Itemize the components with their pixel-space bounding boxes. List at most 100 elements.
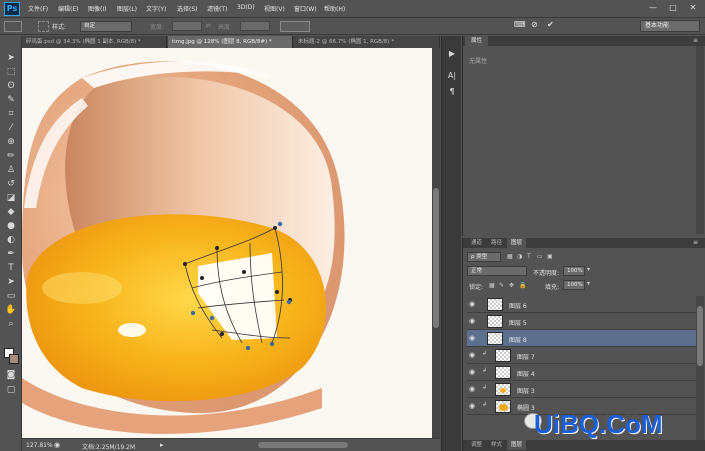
menu-file[interactable]: 文件(F) xyxy=(28,4,48,13)
menu-help[interactable]: 帮助(H) xyxy=(324,4,345,13)
workspace-select[interactable]: 基本功能 xyxy=(640,20,700,32)
filter-type-icon[interactable]: T xyxy=(527,253,531,260)
tab-adjustments[interactable]: 调整 xyxy=(467,440,486,450)
path-select-tool-icon[interactable]: ➤ xyxy=(5,276,17,288)
visibility-eye-icon[interactable]: ◉ xyxy=(469,351,479,359)
pen-tool-icon[interactable]: ✒ xyxy=(5,248,17,260)
tab-properties[interactable]: 属性 xyxy=(465,36,489,46)
visibility-eye-icon[interactable]: ◉ xyxy=(469,368,479,376)
layer-row[interactable]: ◉ ↲ 图层 4 xyxy=(467,364,697,381)
canvas-vertical-scrollbar[interactable] xyxy=(432,48,440,438)
tab-layers[interactable]: 图层 xyxy=(507,238,527,248)
opacity-dropdown-icon[interactable]: ▾ xyxy=(587,266,590,273)
move-tool-icon[interactable]: ➤ xyxy=(5,52,17,64)
quick-mask-icon[interactable]: ◙ xyxy=(5,369,17,381)
layers-menu-icon[interactable]: ≡ xyxy=(693,239,698,246)
hand-tool-icon[interactable]: ✋ xyxy=(5,304,17,316)
type-tool-icon[interactable]: T xyxy=(5,262,17,274)
paragraph-panel-icon[interactable]: ¶ xyxy=(446,86,458,98)
fill-dropdown-icon[interactable]: ▾ xyxy=(587,280,590,287)
visibility-eye-icon[interactable]: ◉ xyxy=(469,385,479,393)
visibility-eye-icon[interactable]: ◉ xyxy=(469,402,479,410)
opacity-input[interactable]: 100% xyxy=(563,266,585,276)
tab-document-1[interactable]: 碎鸡蛋.psd @ 34.3% (椭圆 1 副本, RGB/8) * xyxy=(22,36,167,48)
visibility-eye-icon[interactable]: ◉ xyxy=(469,334,479,342)
width-input[interactable] xyxy=(172,21,202,31)
canvas-horizontal-scroll-thumb[interactable] xyxy=(258,442,348,448)
fill-input[interactable]: 100% xyxy=(563,280,585,290)
tab-paths[interactable]: 路径 xyxy=(487,238,506,248)
lasso-tool-icon[interactable]: ʘ xyxy=(5,80,17,92)
style-select[interactable]: 自定 xyxy=(80,21,132,32)
quick-select-tool-icon[interactable]: ✎ xyxy=(5,94,17,106)
menu-type[interactable]: 文字(Y) xyxy=(146,4,166,13)
blur-tool-icon[interactable]: ● xyxy=(5,220,17,232)
refine-edge-button[interactable] xyxy=(280,21,310,32)
status-info-icon[interactable]: ◉ xyxy=(54,441,60,449)
healing-brush-tool-icon[interactable]: ⊕ xyxy=(5,136,17,148)
tab-styles[interactable]: 样式 xyxy=(487,440,506,450)
canvas-vertical-scroll-thumb[interactable] xyxy=(433,188,439,328)
lock-transparent-icon[interactable]: ▦ xyxy=(489,282,495,289)
filter-pixel-icon[interactable]: ▦ xyxy=(507,253,513,260)
marquee-tool-icon[interactable]: ⬚ xyxy=(5,66,17,78)
brush-tool-icon[interactable]: ✏ xyxy=(5,150,17,162)
blend-mode-select[interactable]: 正常 xyxy=(467,266,527,276)
layer-row[interactable]: ◉ 图层 6 xyxy=(467,296,697,313)
history-brush-tool-icon[interactable]: ↺ xyxy=(5,178,17,190)
zoom-level[interactable]: 127.81% xyxy=(26,442,53,449)
chat-icon[interactable]: ⌨ xyxy=(514,20,526,29)
layer-row[interactable]: ◉ ↲ 图层 3 xyxy=(467,381,697,398)
commit-check-icon[interactable]: ✔ xyxy=(547,20,554,29)
clone-stamp-tool-icon[interactable]: ♙ xyxy=(5,164,17,176)
character-panel-icon[interactable]: A| xyxy=(446,70,458,82)
lock-pixels-icon[interactable]: ✎ xyxy=(499,282,504,289)
play-actions-icon[interactable]: ▶ xyxy=(446,48,458,60)
feather-icon[interactable] xyxy=(38,21,49,32)
marquee-tool-preset-icon[interactable] xyxy=(4,21,22,32)
paint-bucket-tool-icon[interactable]: ◆ xyxy=(5,206,17,218)
layer-row[interactable]: ◉ 图层 5 xyxy=(467,313,697,330)
menu-image[interactable]: 图像(I) xyxy=(88,4,106,13)
layers-scroll-thumb[interactable] xyxy=(697,306,703,366)
background-color-swatch[interactable] xyxy=(9,354,19,364)
properties-scrollbar[interactable] xyxy=(696,46,704,234)
minimize-button[interactable]: — xyxy=(646,2,660,14)
tab-document-3[interactable]: 未标题-2 @ 66.7% (椭圆 1, RGB/8) * xyxy=(294,36,440,48)
lock-position-icon[interactable]: ✥ xyxy=(509,282,514,289)
menu-window[interactable]: 窗口(W) xyxy=(294,4,317,13)
menu-edit[interactable]: 编辑(E) xyxy=(58,4,78,13)
eraser-tool-icon[interactable]: ◪ xyxy=(5,192,17,204)
swap-icon[interactable]: ⇄ xyxy=(206,22,211,29)
menu-layer[interactable]: 图层(L) xyxy=(117,4,137,13)
menu-filter[interactable]: 滤镜(T) xyxy=(207,4,227,13)
layer-row[interactable]: ◉ ↲ 图层 7 xyxy=(467,347,697,364)
menu-view[interactable]: 视图(V) xyxy=(264,4,285,13)
tab-channels[interactable]: 通道 xyxy=(467,238,486,248)
crop-tool-icon[interactable]: ⌗ xyxy=(5,108,17,120)
height-input[interactable] xyxy=(240,21,270,31)
lock-all-icon[interactable]: 🔒 xyxy=(519,282,526,289)
visibility-eye-icon[interactable]: ◉ xyxy=(469,317,479,325)
visibility-eye-icon[interactable]: ◉ xyxy=(469,300,479,308)
layer-row-selected[interactable]: ◉ 图层 8 xyxy=(467,330,697,347)
filter-smart-object-icon[interactable]: ▣ xyxy=(547,253,553,260)
rectangle-tool-icon[interactable]: ▭ xyxy=(5,290,17,302)
eyedropper-tool-icon[interactable]: ⁄ xyxy=(5,122,17,134)
zoom-tool-icon[interactable]: ⌕ xyxy=(5,318,17,330)
filter-adjustment-icon[interactable]: ◑ xyxy=(517,253,522,260)
tab-document-2[interactable]: timg.jpg @ 128% (图层 8, RGB/8#) * xyxy=(168,36,293,48)
menu-3d[interactable]: 3D(D) xyxy=(237,4,255,11)
screen-mode-icon[interactable]: ▢ xyxy=(5,384,17,396)
menu-select[interactable]: 选择(S) xyxy=(177,4,198,13)
filter-shape-icon[interactable]: ▭ xyxy=(537,253,543,260)
close-window-button[interactable]: ✕ xyxy=(686,2,700,14)
layer-filter-select[interactable]: ρ 类型 xyxy=(467,252,501,262)
cancel-icon[interactable]: ⊘ xyxy=(531,20,538,29)
panel-menu-icon[interactable]: ≡ xyxy=(693,37,698,44)
dodge-tool-icon[interactable]: ◐ xyxy=(5,234,17,246)
document-canvas[interactable] xyxy=(22,48,432,438)
status-arrow-icon[interactable]: ▸ xyxy=(160,441,164,449)
maximize-button[interactable]: □ xyxy=(666,2,680,14)
options-bar: 样式: 自定 宽度: ⇄ 高度: ⌨ ⊘ ✔ 基本功能 xyxy=(0,18,705,35)
